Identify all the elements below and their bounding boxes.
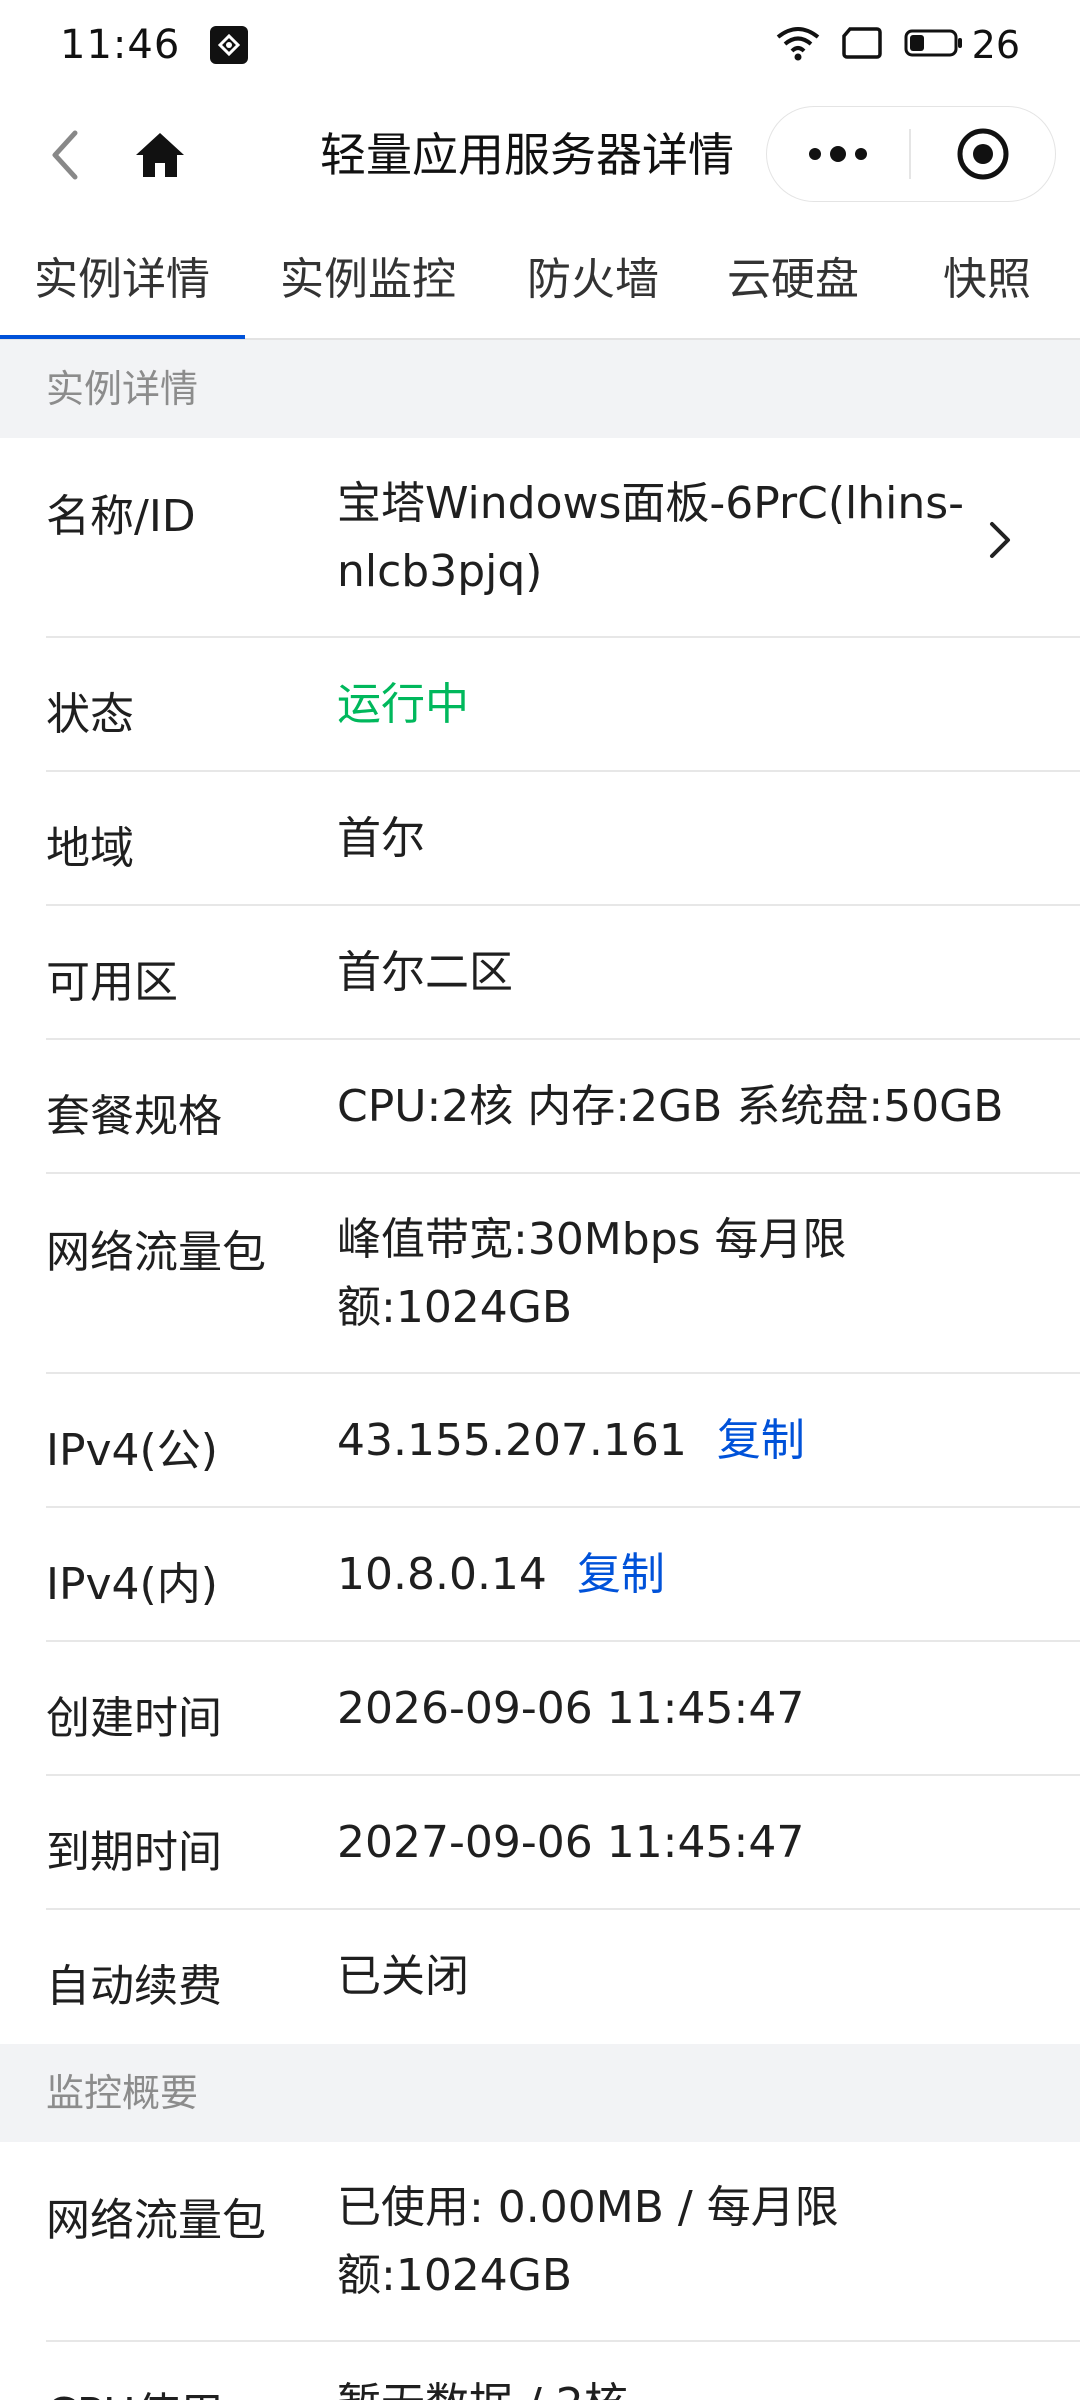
row-label: 可用区: [46, 957, 178, 1008]
zone-value: 首尔二区: [337, 947, 513, 998]
instance-name-value: 宝塔Windows面板-6PrC(lhins- nlcb3pjq): [337, 470, 964, 606]
row-label: 名称/ID: [46, 491, 196, 542]
wifi-icon: [776, 25, 820, 65]
mini-program-capsule: [766, 106, 1056, 202]
row-label: 网络流量包: [46, 2195, 266, 2246]
section-header-monitor: 监控概要: [0, 2044, 1080, 2142]
row-spec: 套餐规格 CPU:2核 内存:2GB 系统盘:50GB: [0, 1040, 1080, 1174]
ipv4-public-address: 43.155.207.161: [337, 1415, 687, 1466]
home-icon[interactable]: [125, 120, 195, 190]
active-tab-indicator: [0, 335, 245, 339]
close-icon[interactable]: [911, 107, 1055, 201]
status-value: 运行中: [337, 679, 469, 730]
tab-snapshot[interactable]: 快照: [943, 240, 1031, 338]
app-notification-icon: [210, 26, 249, 64]
battery-level: 26: [971, 23, 1020, 67]
monitor-traffic-line2: 额:1024GB: [337, 2250, 573, 2301]
page-title: 轻量应用服务器详情: [320, 128, 734, 182]
instance-name-line1: 宝塔Windows面板-6PrC(lhins-: [337, 478, 965, 529]
screen-icon: [841, 26, 882, 64]
traffic-value-line1: 峰值带宽:30Mbps 每月限: [337, 1214, 847, 1265]
section-header-details: 实例详情: [0, 340, 1080, 438]
tab-cloud-disk[interactable]: 云硬盘: [727, 240, 859, 338]
row-label: 自动续费: [46, 1961, 222, 2012]
monitor-traffic-value: 已使用: 0.00MB / 每月限 额:1024GB: [337, 2174, 839, 2310]
cpu-usage-value: 暂无数据 / 2核: [337, 2371, 628, 2400]
monitor-traffic-line1: 已使用: 0.00MB / 每月限: [337, 2182, 839, 2233]
row-ipv4-public: IPv4(公) 43.155.207.161 复制: [0, 1374, 1080, 1508]
row-label: 网络流量包: [46, 1227, 266, 1278]
row-traffic: 网络流量包 峰值带宽:30Mbps 每月限 额:1024GB: [0, 1174, 1080, 1374]
copy-private-ip-link[interactable]: 复制: [577, 1549, 665, 1600]
status-time: 11:46: [60, 22, 181, 68]
copy-public-ip-link[interactable]: 复制: [717, 1415, 805, 1466]
row-zone: 可用区 首尔二区: [0, 906, 1080, 1040]
tab-bar: 实例详情 实例监控 防火墙 云硬盘 快照: [0, 240, 1080, 340]
battery-icon: [904, 28, 964, 62]
traffic-value-line2: 额:1024GB: [337, 1282, 573, 1333]
created-time-value: 2026-09-06 11:45:47: [337, 1683, 805, 1734]
row-monitor-traffic: 网络流量包 已使用: 0.00MB / 每月限 额:1024GB: [0, 2142, 1080, 2342]
row-ipv4-private: IPv4(内) 10.8.0.14 复制: [0, 1508, 1080, 1642]
auto-renew-value: 已关闭: [337, 1951, 469, 2002]
status-icons: 26: [754, 23, 1020, 67]
back-icon[interactable]: [30, 120, 100, 190]
row-created-time: 创建时间 2026-09-06 11:45:47: [0, 1642, 1080, 1776]
row-status: 状态 运行中: [0, 638, 1080, 772]
instance-name-line2: nlcb3pjq): [337, 546, 543, 597]
row-label: 状态: [46, 689, 134, 740]
tab-instance-details[interactable]: 实例详情: [34, 240, 210, 338]
tab-instance-monitor[interactable]: 实例监控: [280, 240, 456, 338]
nav-bar: 轻量应用服务器详情: [0, 100, 1080, 210]
tab-firewall[interactable]: 防火墙: [527, 240, 659, 338]
row-label: 地域: [46, 823, 134, 874]
more-icon[interactable]: [767, 107, 909, 201]
row-label: 到期时间: [46, 1827, 222, 1878]
row-label: CPU使用: [46, 2378, 223, 2400]
chevron-right-icon: [980, 520, 1020, 560]
ipv4-private-value: 10.8.0.14 复制: [337, 1541, 665, 1609]
row-label: 套餐规格: [46, 1091, 222, 1142]
row-cpu-usage: CPU使用 暂无数据 / 2核: [0, 2342, 1080, 2400]
row-region: 地域 首尔: [0, 772, 1080, 906]
row-label: IPv4(内): [46, 1559, 218, 1610]
expire-time-value: 2027-09-06 11:45:47: [337, 1817, 805, 1868]
region-value: 首尔: [337, 813, 425, 864]
row-label: 创建时间: [46, 1693, 222, 1744]
spec-value: CPU:2核 内存:2GB 系统盘:50GB: [337, 1081, 1004, 1132]
status-bar: 11:46 26: [0, 0, 1080, 90]
ipv4-private-address: 10.8.0.14: [337, 1549, 547, 1600]
ipv4-public-value: 43.155.207.161 复制: [337, 1407, 805, 1475]
row-expire-time: 到期时间 2027-09-06 11:45:47: [0, 1776, 1080, 1910]
row-name-id[interactable]: 名称/ID 宝塔Windows面板-6PrC(lhins- nlcb3pjq): [0, 438, 1080, 638]
traffic-value: 峰值带宽:30Mbps 每月限 额:1024GB: [337, 1206, 847, 1342]
row-label: IPv4(公): [46, 1425, 218, 1476]
row-auto-renew: 自动续费 已关闭: [0, 1910, 1080, 2044]
